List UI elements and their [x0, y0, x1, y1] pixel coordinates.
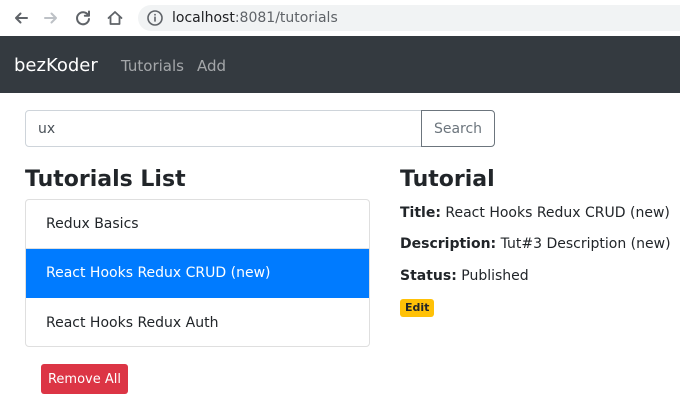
reload-icon [76, 10, 90, 26]
detail-status: Status: Published [400, 267, 529, 285]
list-item[interactable]: React Hooks Redux Auth [26, 298, 369, 346]
list-item-label: React Hooks Redux CRUD (new) [46, 265, 271, 281]
tutorial-heading: Tutorial [400, 167, 495, 192]
list-item-label: Redux Basics [46, 216, 139, 232]
forward-button[interactable] [40, 7, 62, 29]
info-icon[interactable] [146, 9, 164, 27]
home-icon [107, 11, 123, 25]
description-label: Description: [400, 236, 497, 252]
back-button[interactable] [10, 7, 32, 29]
browser-toolbar: localhost:8081/tutorials [0, 0, 680, 36]
url-text[interactable]: localhost:8081/tutorials [172, 9, 338, 27]
list-item-active[interactable]: React Hooks Redux CRUD (new) [26, 249, 369, 298]
description-value: Tut#3 Description (new) [500, 236, 671, 252]
list-item[interactable]: Redux Basics [26, 200, 369, 249]
detail-description: Description: Tut#3 Description (new) [400, 235, 671, 253]
title-value: React Hooks Redux CRUD (new) [445, 205, 670, 221]
arrow-right-icon [44, 12, 57, 24]
arrow-left-icon [15, 12, 28, 24]
edit-button[interactable]: Edit [400, 299, 435, 317]
app-navbar: bezKoder Tutorials Add [0, 36, 680, 93]
nav-link-add[interactable]: Add [197, 56, 226, 76]
brand-link[interactable]: bezKoder [14, 55, 98, 77]
detail-title: Title: React Hooks Redux CRUD (new) [400, 204, 670, 222]
status-value: Published [461, 268, 529, 284]
status-label: Status: [400, 268, 457, 284]
list-item-label: React Hooks Redux Auth [46, 314, 219, 331]
tutorials-list: Redux Basics React Hooks Redux CRUD (new… [25, 199, 370, 347]
remove-all-button[interactable]: Remove All [41, 364, 128, 394]
search-input[interactable] [25, 110, 422, 147]
search-button[interactable]: Search [421, 110, 495, 147]
title-label: Title: [400, 205, 441, 221]
home-button[interactable] [104, 7, 126, 29]
tutorials-list-heading: Tutorials List [25, 167, 186, 192]
reload-button[interactable] [72, 7, 94, 29]
nav-link-tutorials[interactable]: Tutorials [121, 56, 184, 76]
